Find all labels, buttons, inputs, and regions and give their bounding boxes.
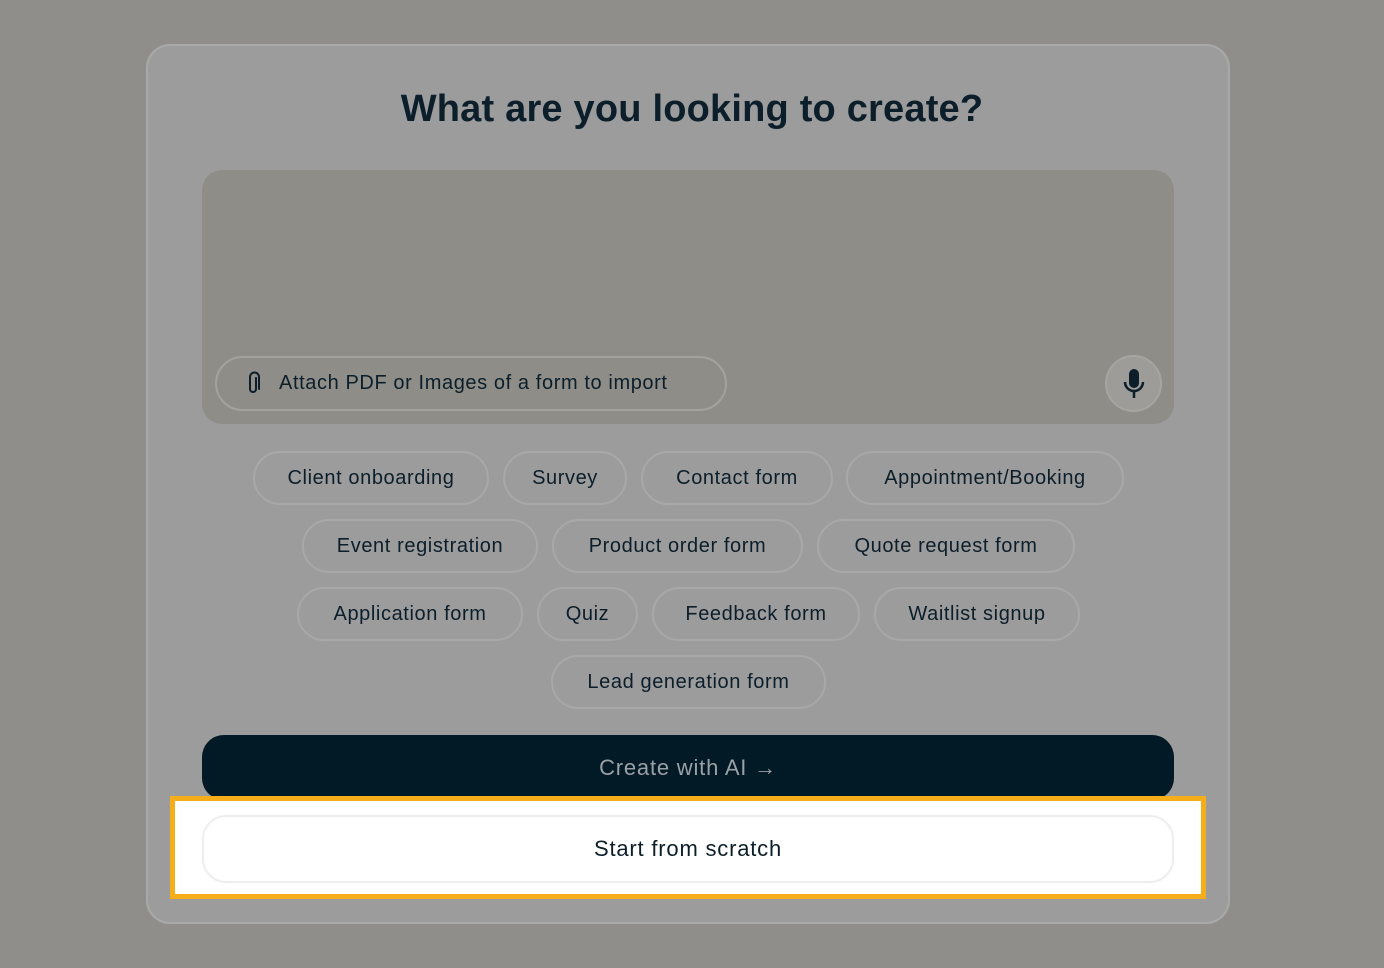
template-chip-survey[interactable]: Survey [503, 451, 627, 505]
template-chip-quote-request-form[interactable]: Quote request form [817, 519, 1075, 573]
start-from-scratch-button[interactable]: Start from scratch [202, 815, 1174, 883]
dialog-title: What are you looking to create? [400, 88, 984, 130]
template-chip-client-onboarding[interactable]: Client onboarding [253, 451, 489, 505]
template-chip-application-form[interactable]: Application form [297, 587, 523, 641]
template-chip-event-registration[interactable]: Event registration [302, 519, 538, 573]
paperclip-icon [243, 371, 263, 397]
microphone-icon [1122, 368, 1146, 400]
create-with-ai-button[interactable]: Create with AI → [202, 735, 1174, 800]
template-chip-appointment-booking[interactable]: Appointment/Booking [846, 451, 1124, 505]
attach-label: Attach PDF or Images of a form to import [279, 372, 668, 394]
template-chip-contact-form[interactable]: Contact form [641, 451, 833, 505]
template-chip-waitlist-signup[interactable]: Waitlist signup [874, 587, 1080, 641]
template-chip-lead-generation-form[interactable]: Lead generation form [551, 655, 826, 709]
template-chip-quiz[interactable]: Quiz [537, 587, 638, 641]
voice-input-button[interactable] [1105, 355, 1162, 412]
template-chip-product-order-form[interactable]: Product order form [552, 519, 803, 573]
template-chip-feedback-form[interactable]: Feedback form [652, 587, 860, 641]
attach-file-button[interactable]: Attach PDF or Images of a form to import [215, 356, 727, 411]
